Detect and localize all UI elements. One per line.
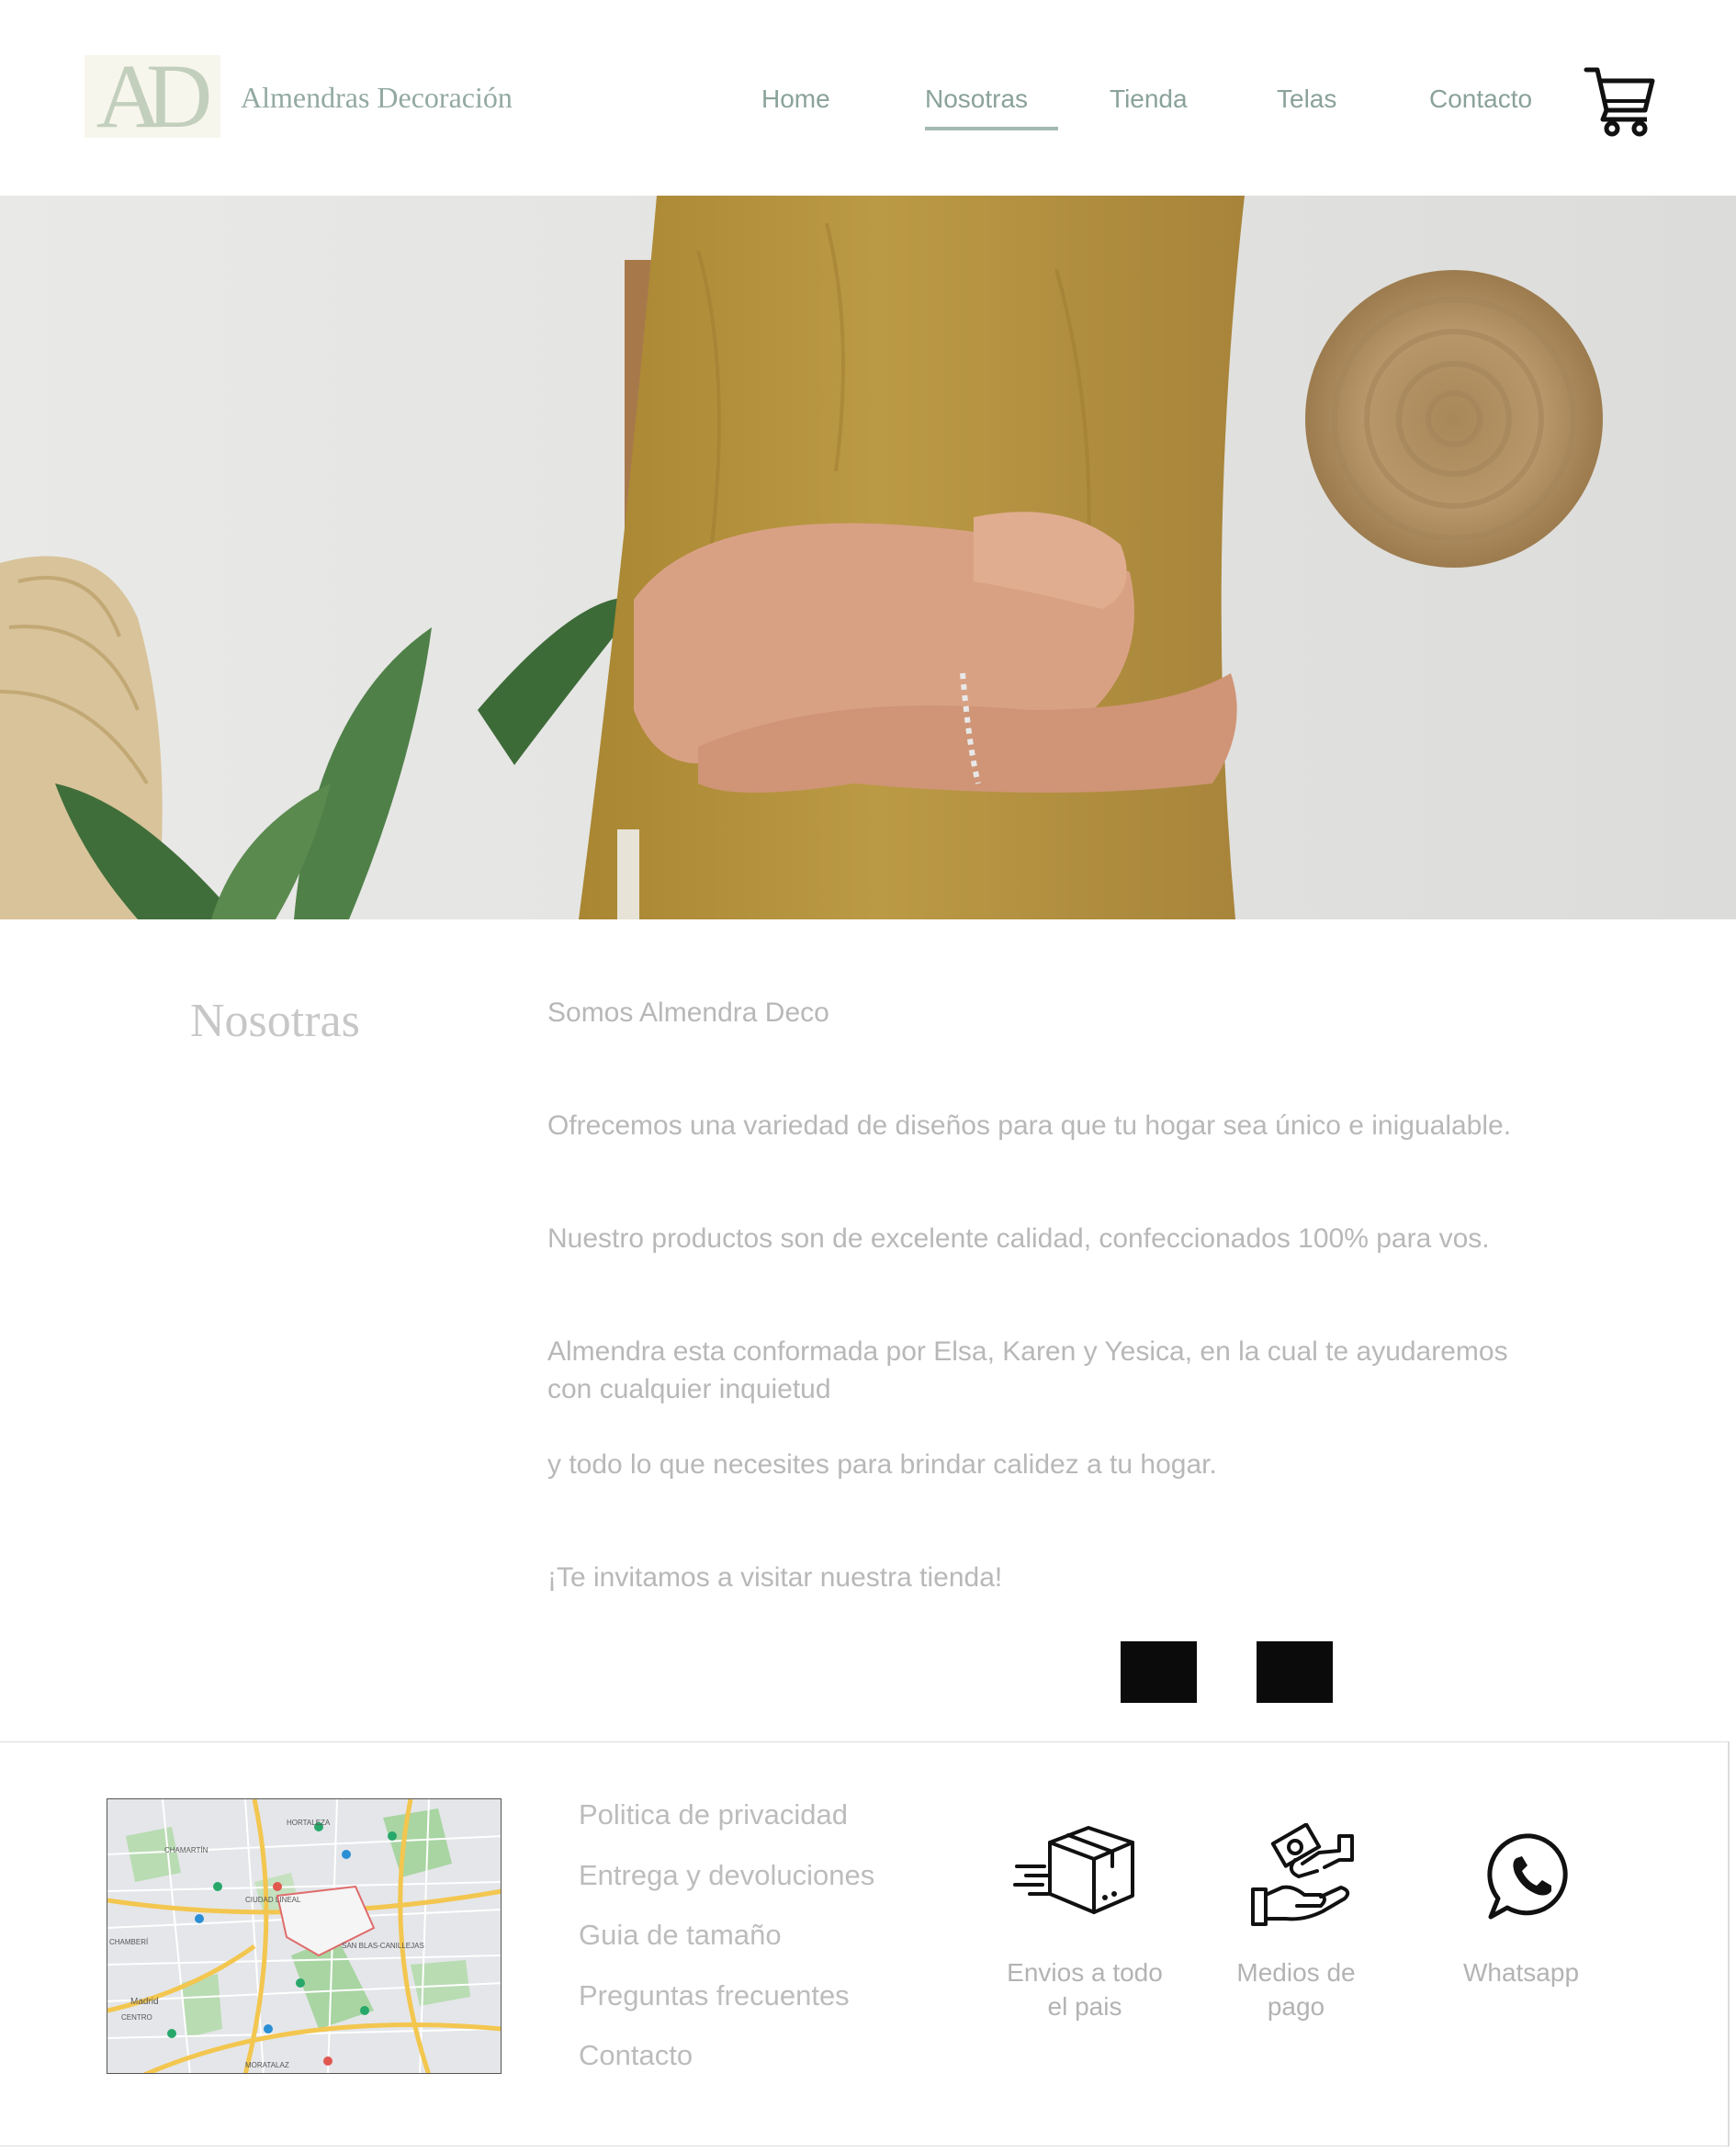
brand-name[interactable]: Almendras Decoración <box>241 81 513 115</box>
map-label: SAN BLAS-CANILLEJAS <box>342 1942 424 1950</box>
footer-link-returns[interactable]: Entrega y devoluciones <box>579 1859 874 1892</box>
nav-home[interactable]: Home <box>761 85 830 114</box>
hero-photo <box>0 196 1736 919</box>
hero-image <box>0 196 1736 919</box>
nav-telas[interactable]: Telas <box>1277 85 1336 114</box>
feature-label-line: el pais <box>1047 1992 1122 2021</box>
about-paragraph: ¡Te invitamos a visitar nuestra tienda! <box>547 1562 1003 1593</box>
footer-link-faq[interactable]: Preguntas frecuentes <box>579 1979 850 2012</box>
social-icon-placeholder[interactable] <box>1257 1641 1333 1703</box>
footer-link-privacy[interactable]: Politica de privacidad <box>579 1798 848 1831</box>
social-icon-placeholder[interactable] <box>1121 1641 1197 1703</box>
feature-label-line: Envios a todo <box>1007 1958 1163 1987</box>
footer-link-size-guide[interactable]: Guia de tamaño <box>579 1919 782 1952</box>
active-nav-indicator <box>925 127 1058 130</box>
map-label: Madrid <box>130 1997 159 2007</box>
whatsapp-icon[interactable] <box>1485 1831 1577 1922</box>
nav-contacto[interactable]: Contacto <box>1429 85 1532 114</box>
logo[interactable]: AD <box>85 51 220 142</box>
map-label: CIUDAD LINEAL <box>245 1896 301 1904</box>
shipping-box-icon[interactable] <box>1013 1822 1136 1918</box>
section-title: Nosotras <box>190 995 360 1047</box>
map-label: HORTALEZA <box>287 1819 331 1827</box>
map-label: CENTRO <box>121 2013 152 2022</box>
shopping-cart-icon[interactable] <box>1583 64 1656 138</box>
about-paragraph: Nuestro productos son de excelente calid… <box>547 1223 1490 1254</box>
feature-label-line: pago <box>1267 1992 1325 2021</box>
about-paragraph: y todo lo que necesites para brindar cal… <box>547 1449 1217 1480</box>
about-paragraph: Ofrecemos una variedad de diseños para q… <box>547 1110 1512 1141</box>
map-graphic: HORTALEZA CHAMARTÍN CIUDAD LINEAL SAN BL… <box>107 1799 501 2073</box>
logo-text: AD <box>96 45 213 147</box>
site-header: AD Almendras Decoración Home Nosotras Ti… <box>0 0 1736 196</box>
feature-label-shipping: Envios a todo el pais <box>1001 1955 1168 2023</box>
location-map[interactable]: HORTALEZA CHAMARTÍN CIUDAD LINEAL SAN BL… <box>107 1798 502 2074</box>
feature-label-payment: Medios de pago <box>1212 1955 1380 2023</box>
about-paragraph: Almendra esta conformada por Elsa, Karen… <box>547 1336 1508 1367</box>
about-paragraph: Somos Almendra Deco <box>547 997 829 1028</box>
feature-label-whatsapp: Whatsapp <box>1437 1955 1605 1989</box>
map-label: MORATALAZ <box>245 2061 289 2069</box>
about-paragraph: con cualquier inquietud <box>547 1374 831 1404</box>
footer-link-contact[interactable]: Contacto <box>579 2039 693 2072</box>
map-label: CHAMBERÍ <box>109 1938 149 1946</box>
nav-tienda[interactable]: Tienda <box>1110 85 1188 114</box>
feature-label-line: Medios de <box>1236 1958 1356 1987</box>
map-label: CHAMARTÍN <box>164 1846 209 1854</box>
feature-label-line: Whatsapp <box>1462 1958 1580 1987</box>
nav-nosotras[interactable]: Nosotras <box>925 85 1028 114</box>
payment-hands-icon[interactable] <box>1249 1823 1358 1932</box>
